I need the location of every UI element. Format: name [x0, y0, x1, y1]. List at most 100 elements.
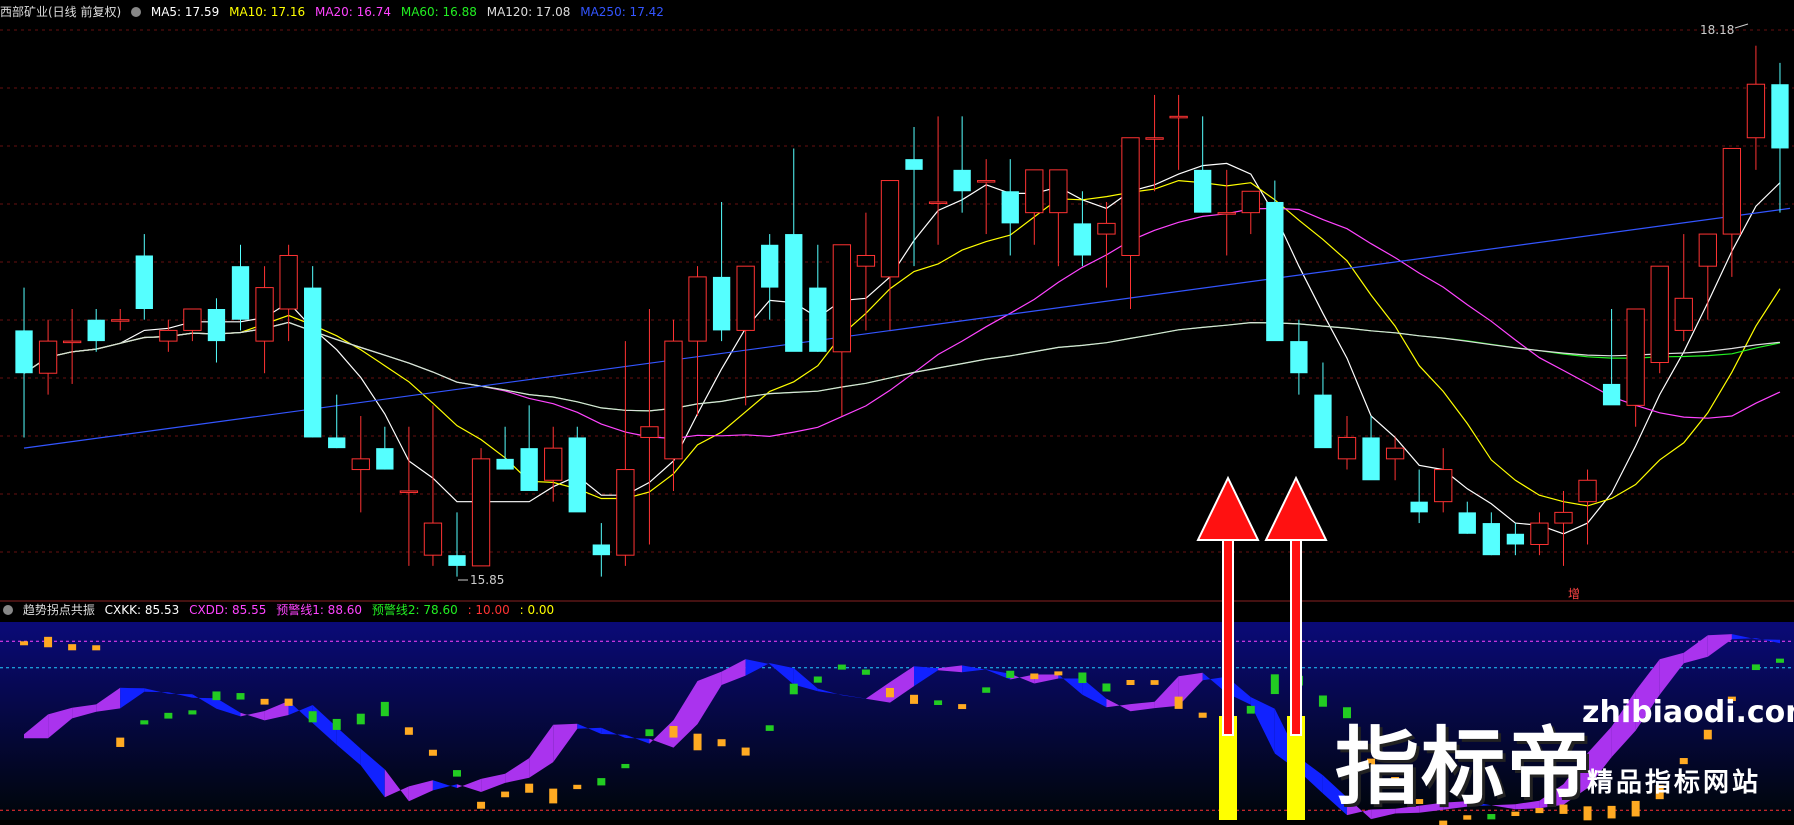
- candle-body-up: [1385, 447, 1405, 460]
- candle-body-down: [953, 169, 971, 192]
- cxkk-bar: [1174, 696, 1183, 709]
- candle-body-up: [399, 490, 419, 493]
- candle-body-down: [1266, 201, 1284, 342]
- candle-body-up: [423, 522, 443, 556]
- candle-body-up: [1626, 308, 1645, 406]
- cxkk-bar: [1030, 673, 1039, 680]
- indicator-title: 趋势拐点共振: [22, 603, 95, 617]
- candle-body-up: [1554, 511, 1573, 524]
- candle-body-up: [1217, 212, 1236, 215]
- ma120-line: [23, 321, 1781, 412]
- cxkk-bar: [92, 645, 101, 651]
- oscillator-legend: 趋势拐点共振 CXKK: 85.53 CXDD: 85.55 预警线1: 88.…: [0, 601, 560, 619]
- cxkk-bar: [1270, 674, 1279, 695]
- cxkk-bar: [741, 747, 750, 756]
- candle-body-up: [1121, 137, 1140, 256]
- stock-title: 西部矿业(日线 前复权): [0, 5, 122, 19]
- cxkk-bar: [1775, 658, 1784, 663]
- cxkk-bar: [477, 801, 486, 809]
- candle-body-up: [62, 340, 82, 344]
- candle-body-up: [255, 287, 274, 342]
- candle-body-up: [111, 319, 130, 322]
- candle-body-down: [448, 555, 466, 566]
- cxkk-bar: [573, 784, 582, 790]
- cxkk-bar: [813, 676, 822, 683]
- candle-body-up: [159, 329, 178, 342]
- cxkk-bar: [380, 701, 389, 717]
- candle-body-up: [1746, 83, 1766, 139]
- cxkk-bar: [1198, 712, 1207, 718]
- warning-line-1-label: 预警线1: 88.60: [276, 603, 363, 617]
- cxkk-bar: [861, 669, 870, 675]
- cxkk-bar: [1703, 729, 1712, 740]
- candle-body-up: [279, 254, 298, 310]
- ma-lines: [23, 162, 1791, 535]
- candle-body-up: [1698, 233, 1717, 267]
- cxkk-bar: [260, 698, 269, 705]
- cxkk-bar: [68, 644, 77, 651]
- indicator-settings-icon[interactable]: [131, 7, 142, 17]
- candle-body-down: [761, 244, 779, 288]
- cxkk-bar: [621, 763, 630, 769]
- candle-body-down: [1290, 341, 1308, 374]
- candle-body-up: [664, 340, 683, 460]
- candle-body-down: [304, 287, 322, 438]
- cxkk-bar: [645, 729, 654, 737]
- watermark-logo: 指标帝: [1335, 718, 1594, 816]
- cxkk-bar: [1751, 664, 1760, 671]
- cxkk-bar: [1150, 680, 1159, 685]
- candle-body-down: [1194, 169, 1212, 213]
- candle-body-up: [544, 447, 563, 481]
- candle-body-up: [1434, 469, 1453, 503]
- candle-body-down: [592, 544, 610, 556]
- level-0-label: : 0.00: [519, 603, 555, 617]
- cxkk-bar: [1246, 705, 1255, 714]
- low-price-label: 15.85: [470, 573, 504, 587]
- candle-body-up: [928, 201, 948, 204]
- cxkk-bar: [1631, 800, 1640, 817]
- candle-body-down: [568, 437, 586, 513]
- cxkk-bar: [453, 770, 461, 777]
- cxkk-bar: [885, 687, 894, 698]
- candle-body-down: [1506, 533, 1525, 545]
- candle-body-down: [712, 276, 731, 331]
- candle-body-up: [1530, 522, 1549, 545]
- cxkk-bar: [765, 725, 774, 731]
- up-arrow-shaft: [1222, 534, 1234, 736]
- candle-body-up: [1650, 265, 1669, 364]
- candle-body-down: [1458, 512, 1476, 534]
- candle-body-down: [809, 287, 827, 352]
- cxkk-bar: [1318, 695, 1327, 707]
- cxkk-bar: [525, 783, 534, 793]
- watermark-domain: zhibiaodi.com: [1582, 695, 1794, 730]
- candle-body-down: [135, 255, 153, 309]
- indicator-settings-icon[interactable]: [3, 605, 13, 615]
- candle-body-up: [856, 254, 876, 267]
- cxkk-bar: [982, 687, 991, 693]
- candle-body-down: [207, 309, 226, 342]
- ma10-line: [23, 179, 1781, 507]
- cxkk-bar: [20, 641, 29, 646]
- cxkk-bar: [140, 720, 149, 725]
- candle-body-down: [785, 234, 803, 352]
- candle-body-down: [376, 448, 394, 470]
- candle-body-down: [1362, 437, 1380, 481]
- candle-body-up: [616, 469, 635, 556]
- up-arrow-head: [1264, 475, 1328, 541]
- candle-body-up: [880, 180, 900, 278]
- cxkk-bar: [1078, 672, 1087, 684]
- cxkk-bar: [1102, 683, 1111, 692]
- cxkk-bar: [837, 664, 846, 670]
- candle-body-down: [1073, 223, 1092, 256]
- candle-body-down: [231, 266, 250, 320]
- candle-body-down: [1314, 394, 1332, 449]
- candle-body-down: [1771, 84, 1789, 149]
- candle-body-up: [1337, 436, 1357, 460]
- candle-body-up: [471, 458, 491, 567]
- cxkk-bar: [789, 683, 798, 695]
- candle-body-up: [183, 308, 202, 331]
- cxkk-bar: [1607, 805, 1616, 819]
- cxkk-bar: [1439, 820, 1448, 825]
- cxkk-bar: [116, 737, 125, 747]
- candle-body-down: [1602, 383, 1621, 406]
